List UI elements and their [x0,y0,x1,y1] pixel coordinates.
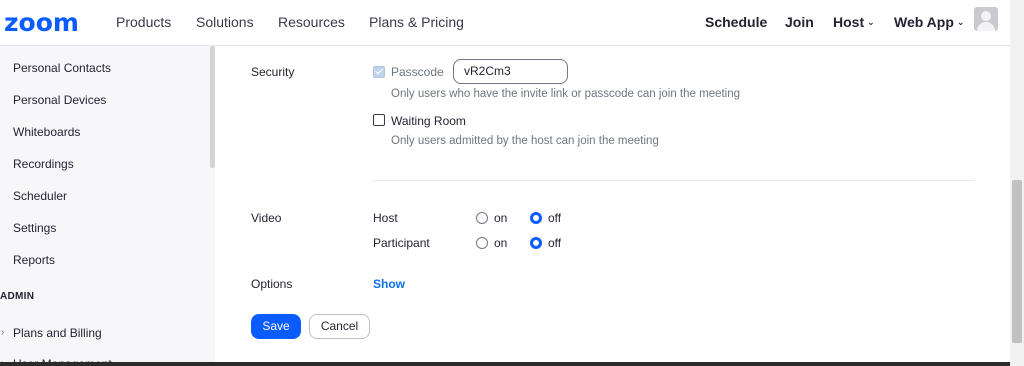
sidebar-item-plans-billing[interactable]: Plans and Billing [13,326,102,340]
nav-plans-pricing[interactable]: Plans & Pricing [369,14,464,30]
avatar[interactable] [974,7,998,31]
cancel-button[interactable]: Cancel [309,314,370,339]
waiting-room-hint: Only users admitted by the host can join… [391,135,659,147]
nav-web-app[interactable]: Web App ⌄ [894,14,964,30]
nav-solutions[interactable]: Solutions [196,14,254,30]
nav-host[interactable]: Host ⌄ [833,14,875,30]
sidebar-section-admin: ADMIN [0,291,35,302]
sidebar-item-recordings[interactable]: Recordings [13,157,74,171]
page-scrollbar[interactable] [1010,0,1024,366]
host-video-off-radio[interactable] [530,212,542,224]
sidebar-item-settings[interactable]: Settings [13,221,56,235]
avatar-body [977,22,995,31]
participant-video-on-radio[interactable] [476,237,488,249]
sidebar-item-whiteboards[interactable]: Whiteboards [13,125,80,139]
host-video-off-label: off [548,211,562,225]
section-divider [372,180,974,181]
nav-web-app-label: Web App [894,14,954,30]
meeting-settings-panel: Security Passcode vR2Cm3 Only users who … [215,46,1010,362]
nav-host-label: Host [833,14,865,30]
sidebar-item-reports[interactable]: Reports [13,253,55,267]
participant-video-on-label: on [494,236,508,250]
sidebar-item-scheduler[interactable]: Scheduler [13,189,67,203]
nav-join[interactable]: Join [785,14,814,30]
host-video-on-label: on [494,211,508,225]
video-host-label: Host [373,211,398,225]
sidebar-item-personal-contacts[interactable]: Personal Contacts [13,61,111,75]
sidebar: Personal Contacts Personal Devices White… [0,46,215,366]
top-nav: zoom Products Solutions Resources Plans … [0,0,1010,46]
passcode-input[interactable]: vR2Cm3 [453,59,568,84]
nav-products[interactable]: Products [116,14,171,30]
bottom-bar [0,362,1010,366]
waiting-room-checkbox[interactable] [373,114,385,126]
passcode-label: Passcode [391,65,444,79]
passcode-hint: Only users who have the invite link or p… [391,88,741,100]
chevron-down-icon: ⌄ [956,17,965,27]
save-button[interactable]: Save [251,314,301,339]
chevron-down-icon: ⌄ [867,17,875,27]
zoom-logo[interactable]: zoom [4,8,79,37]
nav-resources[interactable]: Resources [278,14,345,30]
options-show-link[interactable]: Show [373,277,405,291]
nav-schedule[interactable]: Schedule [705,14,767,30]
chevron-right-icon[interactable]: › [1,327,4,338]
video-label: Video [251,211,282,225]
video-participant-label: Participant [373,236,430,250]
participant-video-off-label: off [548,236,562,250]
waiting-room-label: Waiting Room [391,114,466,128]
avatar-head [981,11,991,21]
passcode-checkbox[interactable] [373,66,385,78]
checkmark-icon [375,66,383,75]
sidebar-item-personal-devices[interactable]: Personal Devices [13,93,106,107]
options-label: Options [251,277,293,291]
host-video-on-radio[interactable] [476,212,488,224]
participant-video-off-radio[interactable] [530,237,542,249]
security-label: Security [251,65,295,79]
page-scrollbar-thumb[interactable] [1012,180,1022,343]
